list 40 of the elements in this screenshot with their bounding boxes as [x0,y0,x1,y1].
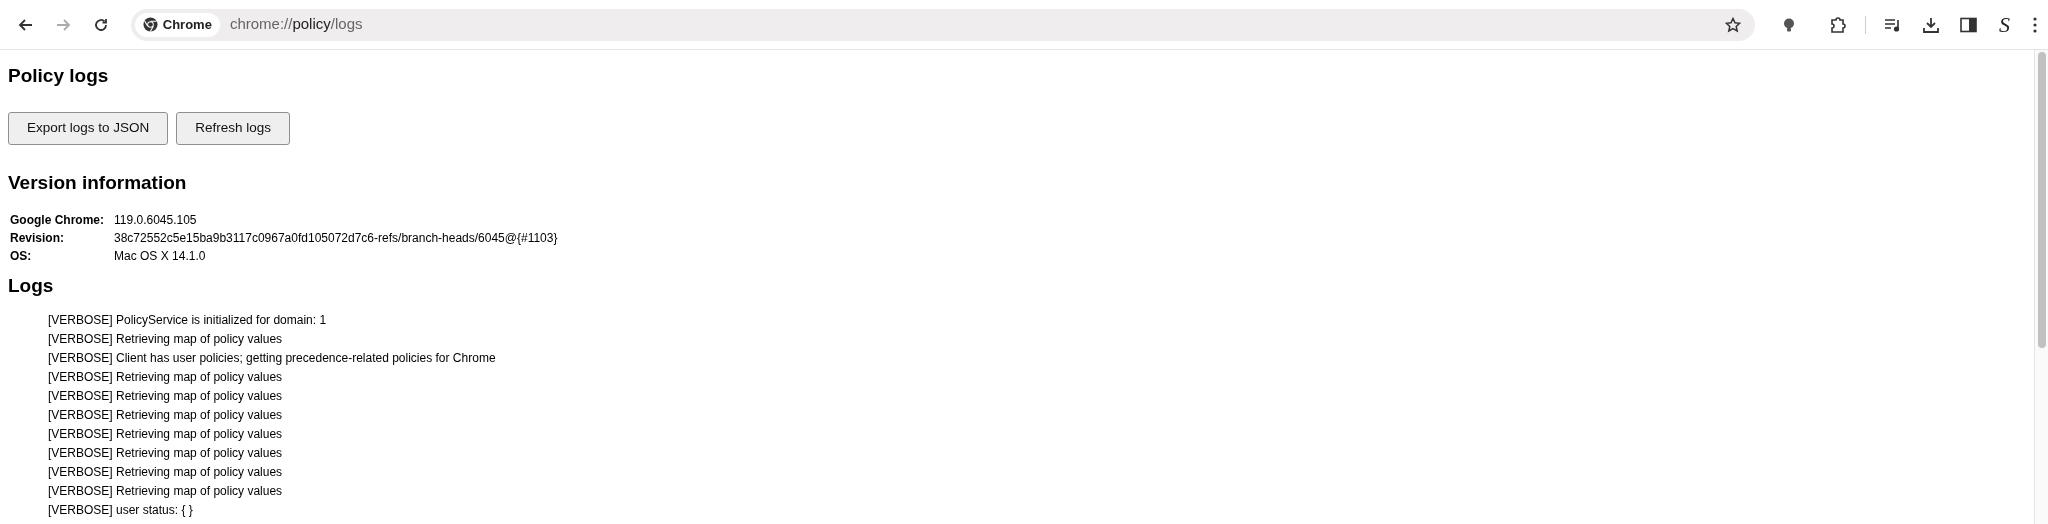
side-panel-icon[interactable] [1960,16,1977,33]
lightbulb-icon[interactable] [1781,16,1797,33]
address-bar[interactable]: Chrome chrome://policy/logs [130,8,1755,41]
log-line: [VERBOSE] Retrieving map of policy values [48,407,283,424]
log-line: [VERBOSE] user status: { } [48,502,193,519]
log-line: [VERBOSE] Retrieving map of policy values [48,426,283,443]
log-line: [VERBOSE] Retrieving map of policy values [48,445,283,462]
log-line: [VERBOSE] Retrieving map of policy values [48,369,283,386]
extension-icon[interactable]: S [1999,13,2010,36]
log-line: [VERBOSE] Client has user policies; getting precedence-related policies for Chrome [48,350,496,367]
version-label: OS: [10,249,32,263]
back-icon [17,16,34,33]
scrollbar[interactable] [2034,50,2048,524]
url-text: chrome://policy/logs [229,14,363,35]
log-line: [VERBOSE] Retrieving map of policy values [48,483,283,500]
action-button[interactable]: Export logs to JSON [8,112,169,145]
version-value: 38c72552c5e15ba9b3117c0967a0fd105072d7c6-refs/branch-heads/6045@{#1103} [114,231,558,245]
log-line: [VERBOSE] Retrieving map of policy values [48,331,283,348]
menu-icon[interactable] [2032,15,2038,34]
log-line: [VERBOSE] Retrieving map of policy values [48,464,283,481]
site-chip-label: Chrome [162,15,212,34]
log-line: [VERBOSE] PolicyService is initialized for domain: 1 [48,312,327,329]
playlist-icon[interactable] [1884,16,1902,33]
log-line: [VERBOSE] Retrieving map of policy values [48,388,283,405]
reload-icon [93,16,109,33]
version-label: Revision: [10,231,64,245]
download-icon[interactable] [1922,15,1940,34]
page-title: Policy logs [8,64,109,88]
action-button[interactable]: Refresh logs [176,112,291,145]
version-value: Mac OS X 14.1.0 [114,249,206,263]
forward-icon [55,16,72,33]
version-label: Google Chrome: [10,213,104,227]
section-heading: Version information [8,171,187,195]
star-icon[interactable] [1725,16,1741,33]
puzzle-icon[interactable] [1829,15,1847,34]
section-heading: Logs [8,274,54,298]
version-value: 119.0.6045.105 [114,213,197,227]
chrome-logo-icon [142,17,158,32]
site-chip[interactable]: Chrome [134,12,220,37]
scrollbar-thumb[interactable] [2037,52,2046,348]
